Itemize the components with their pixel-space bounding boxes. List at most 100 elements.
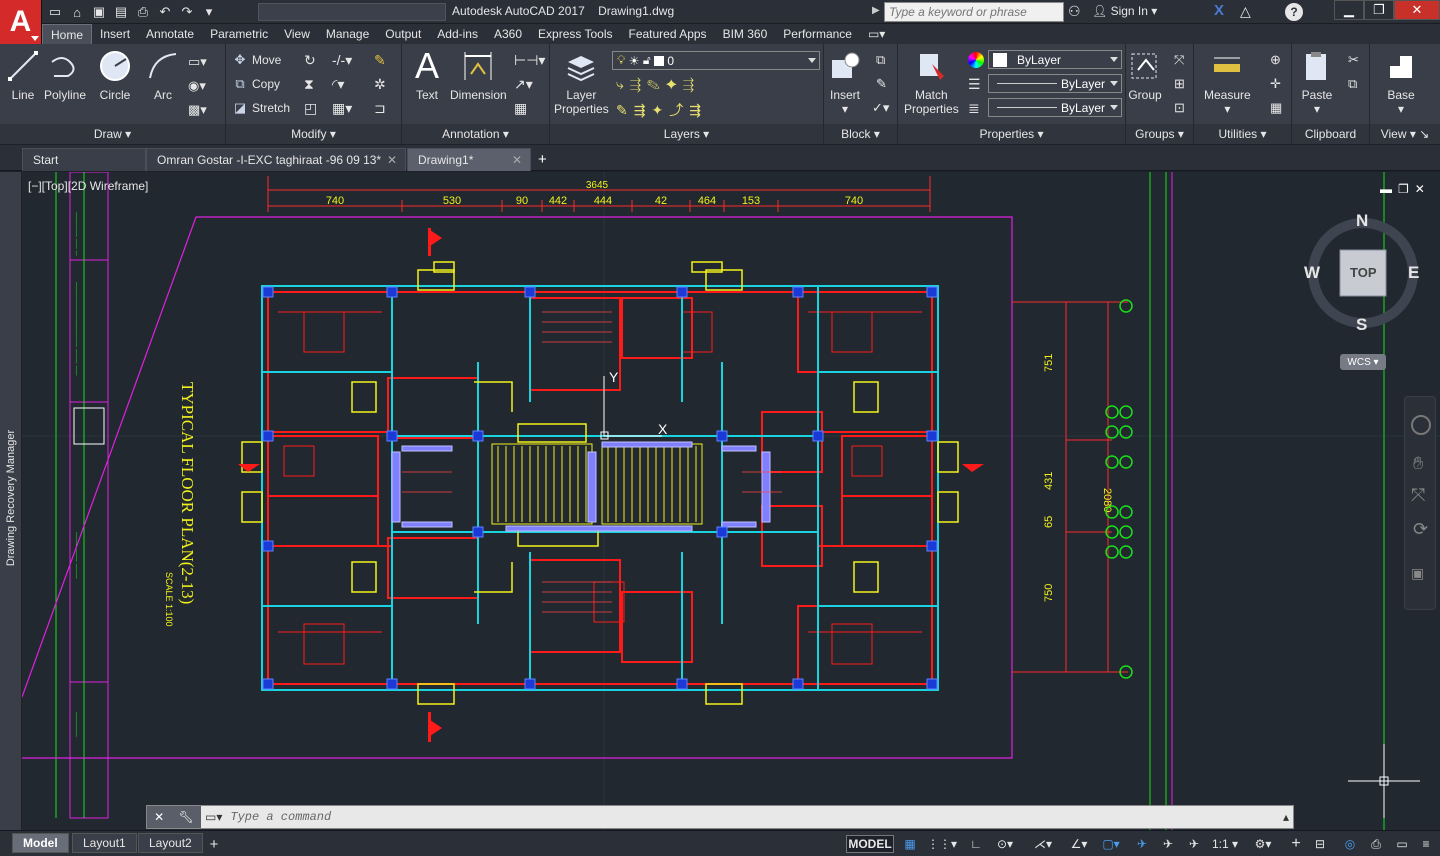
table-icon[interactable]: ▦ <box>514 100 527 117</box>
layers-panel-title[interactable]: Layers ▾ <box>550 124 823 144</box>
scale-icon[interactable]: ◰ <box>304 100 317 117</box>
arc-button[interactable]: Arc <box>146 48 180 102</box>
orbit-icon[interactable]: ⟳ <box>1413 519 1428 540</box>
tab-output[interactable]: Output <box>377 24 429 44</box>
help-icon[interactable]: ? <box>1285 3 1303 21</box>
print-icon[interactable]: ⎙ <box>134 3 152 21</box>
viewport-window-controls[interactable]: ▬❐✕ <box>1380 182 1431 196</box>
stretch-button[interactable]: ◪ Stretch <box>232 98 290 118</box>
pan-icon[interactable]: ✋︎ <box>1413 453 1423 474</box>
ungroup-icon[interactable]: ⤧ <box>1174 52 1184 68</box>
add-layout-icon[interactable]: + <box>206 835 222 853</box>
save-as-icon[interactable]: ▤ <box>112 3 130 21</box>
viewcube-north[interactable]: N <box>1356 211 1368 231</box>
snap-icon[interactable]: ⋮⋮▾ <box>924 835 960 853</box>
units-icon[interactable]: ⊟ <box>1310 835 1330 853</box>
group-select-icon[interactable]: ⊡ <box>1174 100 1185 116</box>
linetype-dropdown[interactable]: ByLayer <box>988 74 1122 93</box>
drawing-viewport[interactable]: ───── ── ─ ────────── ───── ─── ── ─────… <box>22 172 1440 830</box>
save-icon[interactable]: ▣ <box>90 3 108 21</box>
line-button[interactable]: Line <box>6 48 40 102</box>
color-wheel-icon[interactable] <box>968 52 984 68</box>
lineweight-icon[interactable]: ≣ <box>968 100 980 117</box>
workspace-select[interactable] <box>258 3 446 21</box>
tab-layout2[interactable]: Layout2 <box>138 833 203 853</box>
open-icon[interactable]: ⌂ <box>68 3 86 21</box>
tab-model[interactable]: Model <box>12 833 69 853</box>
draw-panel-title[interactable]: Draw ▾ <box>0 124 225 144</box>
close-button[interactable]: ✕ <box>1394 0 1440 20</box>
file-tab-drawing1[interactable]: Drawing1* ✕ <box>407 148 531 171</box>
rotate-icon[interactable]: ↻ <box>304 52 316 69</box>
block-panel-title[interactable]: Block ▾ <box>824 124 897 144</box>
utilities-panel-title[interactable]: Utilities ▾ <box>1194 124 1291 144</box>
erase-icon[interactable]: ✎ <box>374 52 386 69</box>
polyline-button[interactable]: Polyline <box>44 48 86 102</box>
viewcube-south[interactable]: S <box>1356 315 1367 335</box>
close-tab-icon[interactable]: ✕ <box>387 153 397 167</box>
close-tab-icon[interactable]: ✕ <box>512 153 522 167</box>
command-prompt-icon[interactable]: ▭▾ <box>205 810 222 824</box>
region-icon[interactable]: ▩▾ <box>188 102 207 118</box>
isodraft-icon[interactable]: ⋌▾ <box>1028 835 1058 853</box>
drawing-recovery-panel[interactable]: Drawing Recovery Manager <box>0 172 22 830</box>
edit-block-icon[interactable]: ✎ <box>876 76 887 92</box>
tab-featured-apps[interactable]: Featured Apps <box>621 24 715 44</box>
color-dropdown[interactable]: ByLayer <box>988 50 1122 69</box>
copy-clip-icon[interactable]: ⧉ <box>1348 76 1357 92</box>
file-tab-start[interactable]: Start <box>22 148 146 171</box>
drawing-canvas[interactable]: ───── ── ─ ────────── ───── ─── ── ─────… <box>22 172 1440 830</box>
tab-insert[interactable]: Insert <box>92 24 138 44</box>
undo-icon[interactable]: ↶ <box>156 3 174 21</box>
id-point-icon[interactable]: ✛ <box>1270 76 1281 92</box>
move-button[interactable]: ✥ Move <box>232 50 282 70</box>
a360-icon[interactable]: △ <box>1240 3 1251 20</box>
modify-panel-title[interactable]: Modify ▾ <box>226 124 401 144</box>
measure-button[interactable]: Measure ▾ <box>1204 48 1251 116</box>
copy-button[interactable]: ⧉ Copy <box>232 74 280 94</box>
tab-parametric[interactable]: Parametric <box>202 24 276 44</box>
search-input[interactable] <box>884 2 1064 22</box>
new-tab-icon[interactable]: + <box>538 151 547 168</box>
minimize-button[interactable]: ▁ <box>1334 0 1364 20</box>
new-icon[interactable]: ▭ <box>46 3 64 21</box>
search-expand-icon[interactable]: ▶ <box>872 5 880 16</box>
groups-panel-title[interactable]: Groups ▾ <box>1126 124 1193 144</box>
close-command-icon[interactable]: ✕ <box>154 810 164 824</box>
annotation-visibility-icon[interactable]: ✈︎ <box>1132 835 1152 853</box>
redo-icon[interactable]: ↷ <box>178 3 196 21</box>
tab-express-tools[interactable]: Express Tools <box>530 24 620 44</box>
circle-button[interactable]: Circle <box>98 48 132 102</box>
scale-dropdown[interactable]: 1:1 ▾ <box>1208 835 1242 853</box>
create-block-icon[interactable]: ⧉ <box>876 52 885 68</box>
application-menu-button[interactable]: A <box>0 0 42 44</box>
binoculars-icon[interactable]: ⚇ <box>1068 3 1081 20</box>
annotation-monitor-icon[interactable]: + <box>1286 835 1306 853</box>
steering-wheel-icon[interactable] <box>1411 415 1431 435</box>
fillet-icon[interactable]: ◜▾ <box>332 76 344 93</box>
wcs-menu[interactable]: WCS ▾ <box>1340 354 1386 370</box>
ortho-icon[interactable]: ∟ <box>966 835 986 853</box>
viewcube[interactable]: N S E W TOP <box>1304 205 1421 335</box>
auto-scale-icon[interactable]: ✈︎ <box>1158 835 1178 853</box>
linear-dim-icon[interactable]: ⊢⊣▾ <box>514 52 545 69</box>
ribbon-minimize-icon[interactable]: ▭▾ <box>860 24 893 44</box>
annotation-panel-title[interactable]: Annotation ▾ <box>402 124 549 144</box>
tab-bim-360[interactable]: BIM 360 <box>715 24 776 44</box>
linetype-icon[interactable]: ☰ <box>968 76 981 93</box>
isolate-objects-icon[interactable]: ◎ <box>1340 835 1360 853</box>
tab-annotate[interactable]: Annotate <box>138 24 202 44</box>
tab-layout1[interactable]: Layout1 <box>72 833 137 853</box>
viewport-controls-label[interactable]: [−][Top][2D Wireframe] <box>28 179 148 193</box>
maximize-button[interactable]: ❐ <box>1364 0 1394 20</box>
polar-icon[interactable]: ⊙▾ <box>990 835 1020 853</box>
tab-performance[interactable]: Performance <box>775 24 860 44</box>
group-edit-icon[interactable]: ⊞ <box>1174 76 1185 92</box>
trim-icon[interactable]: -/-▾ <box>332 52 352 69</box>
cut-icon[interactable]: ✂ <box>1348 52 1359 68</box>
view-panel-title[interactable]: View ▾ ↘ <box>1370 124 1440 144</box>
sign-in-button[interactable]: 👤︎ Sign In ▾ <box>1092 4 1157 18</box>
object-snap-icon[interactable]: ▢▾ <box>1096 835 1126 853</box>
base-view-button[interactable]: Base ▾ <box>1384 48 1418 116</box>
layer-dropdown[interactable]: 💡︎ ☀ 🔓︎ 0 <box>612 51 820 70</box>
